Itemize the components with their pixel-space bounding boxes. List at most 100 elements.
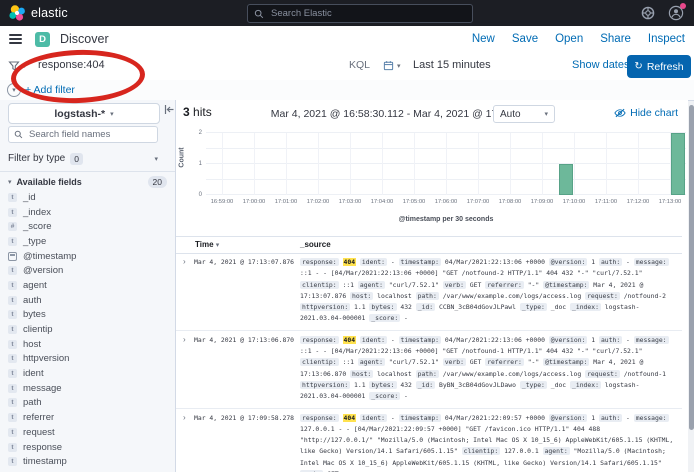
- field-item-response[interactable]: tresponse: [8, 440, 168, 455]
- field-item-auth[interactable]: tauth: [8, 293, 168, 308]
- string-field-icon: t: [8, 281, 17, 290]
- menu-icon[interactable]: [9, 34, 22, 44]
- hide-chart-link[interactable]: Hide chart: [614, 107, 678, 119]
- saved-query-icon[interactable]: ▾: [7, 83, 21, 97]
- field-pill: message:: [634, 258, 669, 266]
- field-pill: ident:: [360, 414, 387, 422]
- kibana-discover-app: elastic: [0, 0, 694, 472]
- interval-select[interactable]: Auto ▾: [493, 105, 555, 123]
- field-item-_score[interactable]: #_score: [8, 219, 168, 234]
- navbar-right: [641, 0, 684, 26]
- field-item-_index[interactable]: t_index: [8, 205, 168, 220]
- histogram-bar-17:13:00[interactable]: [671, 133, 685, 195]
- field-item-agent[interactable]: tagent: [8, 278, 168, 293]
- expand-row-icon[interactable]: ›: [183, 257, 186, 266]
- field-pill: request:: [585, 292, 620, 300]
- field-pill: bytes:: [369, 303, 396, 311]
- refresh-button[interactable]: ↻ Refresh: [627, 55, 691, 78]
- elastic-brand[interactable]: elastic: [9, 5, 68, 21]
- string-field-icon: t: [8, 457, 17, 466]
- row-source: response: 404 ident: - timestamp: 04/Mar…: [300, 257, 676, 325]
- field-pill: referrer:: [485, 358, 524, 366]
- field-pill: _index:: [570, 381, 601, 389]
- field-name: host: [23, 339, 41, 350]
- field-pill: _type:: [520, 303, 547, 311]
- field-item-@version[interactable]: t @version: [8, 263, 168, 278]
- row-timestamp: Mar 4, 2021 @ 17:13:06.870: [194, 336, 294, 344]
- gridline: [478, 133, 479, 195]
- appbar-action-save[interactable]: Save: [512, 33, 538, 45]
- field-pill: message:: [634, 414, 669, 422]
- field-name: _score: [23, 221, 52, 232]
- field-item-_type[interactable]: t_type: [8, 234, 168, 249]
- x-tick-label: 17:00:00: [243, 199, 266, 205]
- field-name: @version: [23, 265, 63, 276]
- field-item-host[interactable]: thost: [8, 337, 168, 352]
- appbar-action-share[interactable]: Share: [600, 33, 631, 45]
- x-tick-label: 17:13:00: [659, 199, 682, 205]
- filter-by-type[interactable]: Filter by type 0 ▾: [8, 150, 158, 167]
- filter-funnel-icon[interactable]: [8, 60, 20, 72]
- field-name: timestamp: [23, 456, 67, 467]
- field-name: auth: [23, 295, 42, 306]
- field-item-message[interactable]: tmessage: [8, 381, 168, 396]
- x-tick-label: 17:09:00: [531, 199, 554, 205]
- field-item-path[interactable]: tpath: [8, 396, 168, 411]
- global-search-input[interactable]: [269, 7, 443, 20]
- global-search[interactable]: [247, 4, 473, 23]
- histogram-bar-17:09:30[interactable]: [559, 164, 573, 195]
- string-field-icon: t: [8, 266, 17, 275]
- query-menu-chevron-icon[interactable]: ▾: [23, 62, 27, 70]
- field-item-_id[interactable]: t_id: [8, 190, 168, 205]
- time-column-header[interactable]: Time ▾: [195, 240, 219, 249]
- field-pill: @timestamp:: [543, 358, 589, 366]
- kql-toggle[interactable]: KQL: [349, 59, 370, 71]
- available-fields-header[interactable]: ▾ Available fields 20: [8, 176, 167, 188]
- query-input[interactable]: response:404: [38, 59, 105, 71]
- available-fields-count: 20: [148, 176, 167, 188]
- discover-app-badge: D: [35, 32, 50, 47]
- field-item-timestamp[interactable]: t timestamp: [8, 454, 168, 469]
- field-pill: agent:: [543, 447, 570, 455]
- field-pill: _score:: [369, 392, 400, 400]
- add-filter-link[interactable]: + Add filter: [25, 84, 75, 96]
- field-pill: host:: [350, 292, 373, 300]
- field-item-ident[interactable]: tident: [8, 366, 168, 381]
- row-source: response: 404 ident: - timestamp: 04/Mar…: [300, 335, 676, 403]
- field-item-referrer[interactable]: treferrer: [8, 410, 168, 425]
- highlighted-value: 404: [343, 336, 357, 344]
- plot-area[interactable]: 16:59:0017:00:0017:01:0017:02:0017:03:00…: [206, 133, 686, 195]
- datepicker-button[interactable]: ▾: [383, 60, 401, 71]
- string-field-icon: t: [8, 384, 17, 393]
- field-pill: auth:: [599, 258, 622, 266]
- highlighted-value: 404: [343, 258, 357, 266]
- appbar-actions: New Save Open Share Inspect: [472, 33, 685, 45]
- field-pill: host:: [350, 370, 373, 378]
- help-icon[interactable]: [641, 6, 655, 20]
- field-item-request[interactable]: trequest: [8, 425, 168, 440]
- field-pill: auth:: [599, 414, 622, 422]
- gridline: [318, 133, 319, 195]
- field-item-clientip[interactable]: tclientip: [8, 322, 168, 337]
- time-range-label[interactable]: Last 15 minutes: [413, 59, 491, 71]
- gridline: [286, 133, 287, 195]
- index-pattern-select[interactable]: logstash-* ▾: [8, 103, 160, 124]
- expand-row-icon[interactable]: ›: [183, 335, 186, 344]
- field-search-input[interactable]: [27, 128, 146, 141]
- row-timestamp: Mar 4, 2021 @ 17:13:07.876: [194, 258, 294, 266]
- field-search[interactable]: [8, 126, 158, 143]
- appbar-action-open[interactable]: Open: [555, 33, 583, 45]
- expand-row-icon[interactable]: ›: [183, 413, 186, 422]
- user-avatar[interactable]: [668, 5, 684, 21]
- chevron-down-icon: ▾: [544, 110, 548, 118]
- scrollbar[interactable]: [688, 101, 694, 472]
- field-item-@timestamp[interactable]: @timestamp: [8, 249, 168, 264]
- field-item-httpversion[interactable]: thttpversion: [8, 352, 168, 367]
- string-field-icon: t: [8, 443, 17, 452]
- scrollbar-thumb[interactable]: [689, 105, 694, 430]
- appbar-action-new[interactable]: New: [472, 33, 495, 45]
- field-item-bytes[interactable]: tbytes: [8, 308, 168, 323]
- collapse-sidebar-icon[interactable]: [164, 104, 175, 115]
- show-dates-link[interactable]: Show dates: [572, 59, 629, 71]
- appbar-action-inspect[interactable]: Inspect: [648, 33, 685, 45]
